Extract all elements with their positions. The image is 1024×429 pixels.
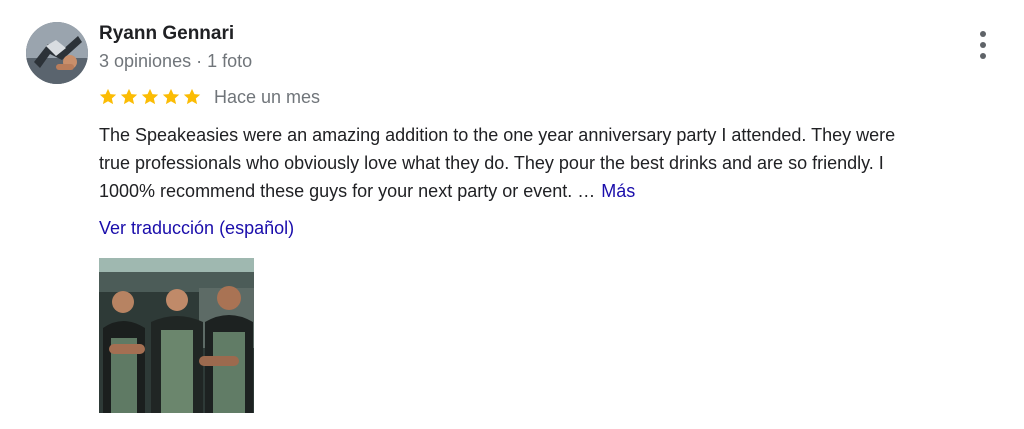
more-vert-icon[interactable] (970, 28, 996, 62)
star-icon (183, 88, 201, 105)
star-icon (141, 88, 159, 105)
more-link[interactable]: Más (601, 181, 635, 201)
review-card: Ryann Gennari 3 opiniones · 1 foto Hace … (0, 0, 1024, 429)
dot (980, 53, 986, 59)
reviewer-meta: 3 opiniones · 1 foto (99, 51, 253, 71)
star-rating (98, 87, 202, 107)
review-text-line-content: 1000% recommend these guys for your next… (99, 181, 596, 201)
review-text: The Speakeasies were an amazing addition… (99, 121, 1004, 205)
review-text-line: The Speakeasies were an amazing addition… (99, 125, 896, 145)
star-icon (99, 88, 117, 105)
review-text-line: true professionals who obviously love wh… (99, 153, 884, 173)
star-icon (120, 88, 138, 105)
dot (980, 42, 986, 48)
review-date: Hace un mes (214, 86, 321, 107)
dot (980, 31, 986, 37)
translate-link[interactable]: Ver traducción (español) (99, 218, 294, 239)
star-icon (162, 88, 180, 105)
rating-row: Hace un mes (98, 84, 320, 110)
review-photo[interactable] (99, 258, 254, 413)
review-text-line: 1000% recommend these guys for your next… (99, 177, 1004, 205)
reviewer-avatar[interactable] (26, 22, 88, 84)
reviewer-name[interactable]: Ryann Gennari (99, 23, 234, 45)
